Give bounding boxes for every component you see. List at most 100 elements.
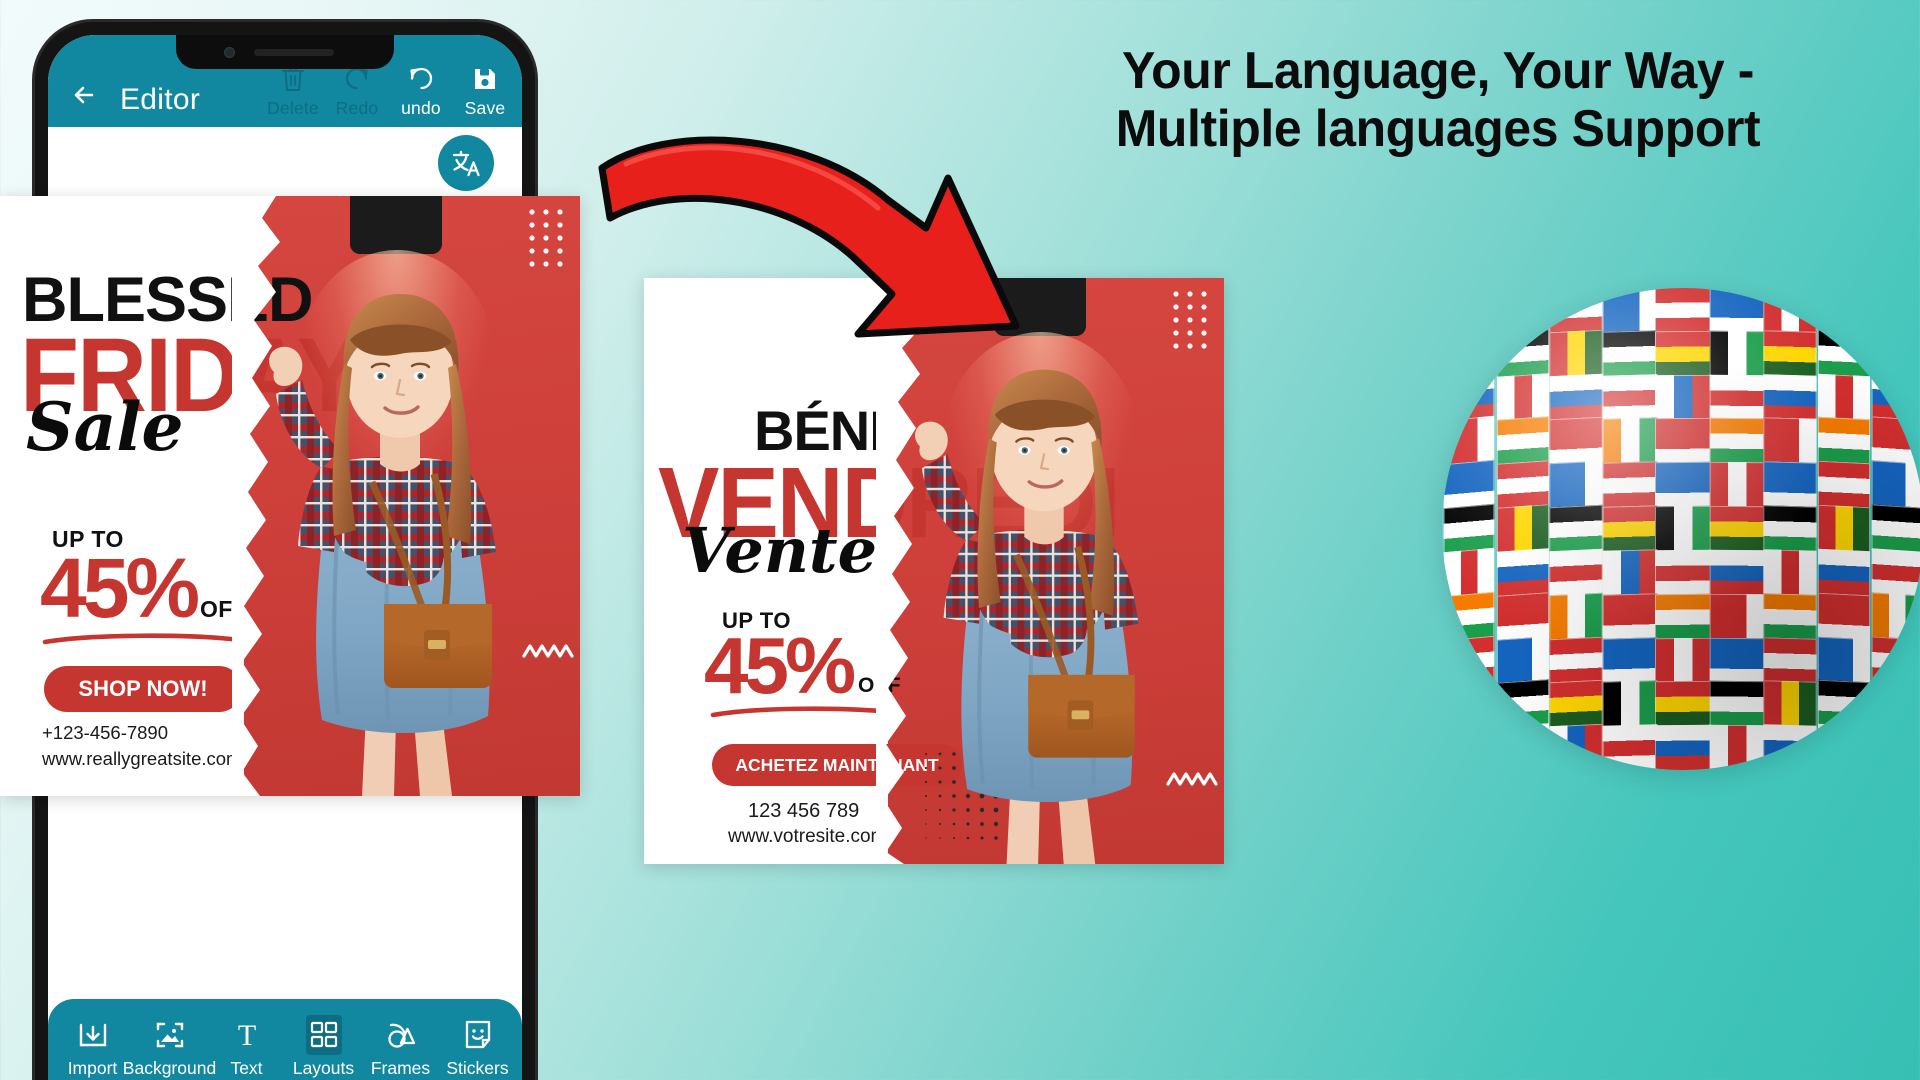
poster-discount-value: 45% bbox=[704, 621, 856, 710]
flag-tile bbox=[1709, 288, 1764, 334]
flag-tile bbox=[1549, 723, 1603, 770]
flag-tile bbox=[1602, 330, 1657, 378]
flag-tile bbox=[1602, 288, 1657, 334]
flag-tile bbox=[1817, 636, 1870, 685]
flag-tile bbox=[1496, 635, 1549, 686]
brush-underline bbox=[710, 706, 900, 718]
flag-tile bbox=[1872, 372, 1920, 423]
flag-tile bbox=[1872, 416, 1920, 466]
flag-tile bbox=[1817, 504, 1870, 554]
model-photo bbox=[915, 369, 1139, 864]
flag-tile bbox=[1763, 461, 1817, 509]
delete-button[interactable]: Delete bbox=[262, 62, 324, 119]
flag-tile bbox=[1496, 679, 1549, 729]
poster-cta-button[interactable]: SHOP NOW! bbox=[44, 666, 242, 712]
world-flags-globe bbox=[1442, 288, 1920, 770]
flag-tile bbox=[1872, 329, 1920, 379]
tool-layouts[interactable]: Layouts bbox=[286, 1015, 362, 1079]
flag-tile bbox=[1549, 592, 1603, 641]
undo-button[interactable]: undo bbox=[390, 62, 452, 119]
tool-text[interactable]: T Text bbox=[209, 1015, 285, 1079]
shapes-frames-icon bbox=[384, 1015, 418, 1055]
editor-bottom-toolbar: Import Background T Text Layouts Frames … bbox=[48, 999, 522, 1080]
flag-tile bbox=[1602, 636, 1657, 685]
flag-tile bbox=[1763, 417, 1817, 466]
tool-frames[interactable]: Frames bbox=[363, 1015, 439, 1079]
flag-tile bbox=[1549, 373, 1603, 422]
translate-icon[interactable] bbox=[438, 135, 494, 191]
smiley-sticker-icon bbox=[461, 1015, 495, 1055]
redo-label: Redo bbox=[335, 98, 379, 118]
tool-background[interactable]: Background bbox=[123, 1015, 216, 1079]
flag-tile bbox=[1763, 724, 1817, 770]
flag-tile bbox=[1549, 504, 1603, 554]
flag-tile bbox=[1817, 373, 1870, 422]
flag-tile bbox=[1872, 679, 1920, 729]
flag-tile bbox=[1655, 549, 1711, 596]
flag-tile bbox=[1817, 680, 1870, 729]
model-photo bbox=[269, 294, 496, 796]
flag-tile bbox=[1496, 288, 1549, 335]
tool-text-label: Text bbox=[230, 1058, 263, 1078]
tool-stickers-label: Stickers bbox=[446, 1058, 509, 1078]
save-button[interactable]: Save bbox=[454, 62, 516, 119]
curved-arrow-annotation bbox=[598, 136, 1020, 338]
flag-tile bbox=[1709, 724, 1764, 770]
flag-tile bbox=[1602, 505, 1657, 553]
flag-tile bbox=[1763, 680, 1817, 728]
flag-tile bbox=[1709, 593, 1764, 640]
poster-website: www.votresite.com bbox=[728, 826, 887, 847]
tool-import[interactable]: Import bbox=[55, 1015, 131, 1079]
tool-stickers[interactable]: Stickers bbox=[440, 1015, 516, 1079]
flag-tile bbox=[1817, 461, 1870, 510]
flag-tile bbox=[1872, 548, 1920, 598]
flag-tile bbox=[1655, 593, 1711, 640]
flag-tile bbox=[1763, 505, 1817, 553]
flag-tile bbox=[1709, 637, 1764, 684]
flag-tile bbox=[1443, 722, 1494, 770]
flag-tile bbox=[1443, 635, 1494, 686]
poster-website: www.reallygreatsite.com bbox=[42, 748, 242, 769]
flag-tile bbox=[1496, 372, 1549, 423]
flag-tile bbox=[1549, 288, 1603, 335]
flag-tile bbox=[1602, 724, 1657, 770]
flag-tile bbox=[1655, 461, 1711, 509]
redo-button[interactable]: Redo bbox=[326, 62, 388, 119]
flag-tile bbox=[1549, 636, 1603, 685]
flag-tile bbox=[1763, 592, 1817, 641]
tool-import-label: Import bbox=[67, 1058, 118, 1078]
flag-tile bbox=[1872, 723, 1920, 770]
flag-tile bbox=[1602, 417, 1657, 466]
flag-tile bbox=[1763, 288, 1817, 334]
undo-icon bbox=[407, 62, 435, 96]
flag-tile bbox=[1602, 592, 1657, 641]
lamp-shade bbox=[350, 196, 442, 254]
page-title: Editor bbox=[120, 83, 201, 116]
back-arrow-icon[interactable] bbox=[66, 75, 106, 115]
flag-tile bbox=[1709, 549, 1764, 596]
flag-tile bbox=[1602, 461, 1657, 509]
floppy-save-icon bbox=[471, 62, 499, 96]
flag-tile bbox=[1655, 681, 1711, 728]
poster-phone: 123 456 789 bbox=[748, 800, 860, 822]
flag-tile bbox=[1872, 460, 1920, 510]
editor-actions: Delete Redo undo Save bbox=[262, 62, 516, 119]
poster-line-script: Vente bbox=[682, 514, 878, 587]
promo-headline-line1: Your Language, Your Way - bbox=[1121, 42, 1755, 100]
flag-tile bbox=[1443, 591, 1494, 642]
poster-original[interactable]: BLESSED FRIDAY Sale UP TO 45% OFF SHOP N… bbox=[0, 196, 580, 796]
flag-tile bbox=[1443, 416, 1494, 467]
earpiece-speaker bbox=[254, 49, 334, 56]
flag-tile bbox=[1709, 330, 1764, 377]
dot-grid-decoration bbox=[1173, 291, 1207, 349]
flag-tile bbox=[1655, 637, 1711, 684]
flag-tile bbox=[1872, 592, 1920, 642]
flag-tile bbox=[1602, 680, 1657, 728]
svg-text:T: T bbox=[237, 1019, 255, 1052]
flag-tile bbox=[1655, 505, 1711, 553]
flag-tile bbox=[1443, 328, 1494, 379]
import-download-icon bbox=[76, 1015, 110, 1055]
flag-tile bbox=[1602, 373, 1657, 422]
flag-tile bbox=[1655, 418, 1711, 465]
tool-background-label: Background bbox=[122, 1058, 217, 1078]
